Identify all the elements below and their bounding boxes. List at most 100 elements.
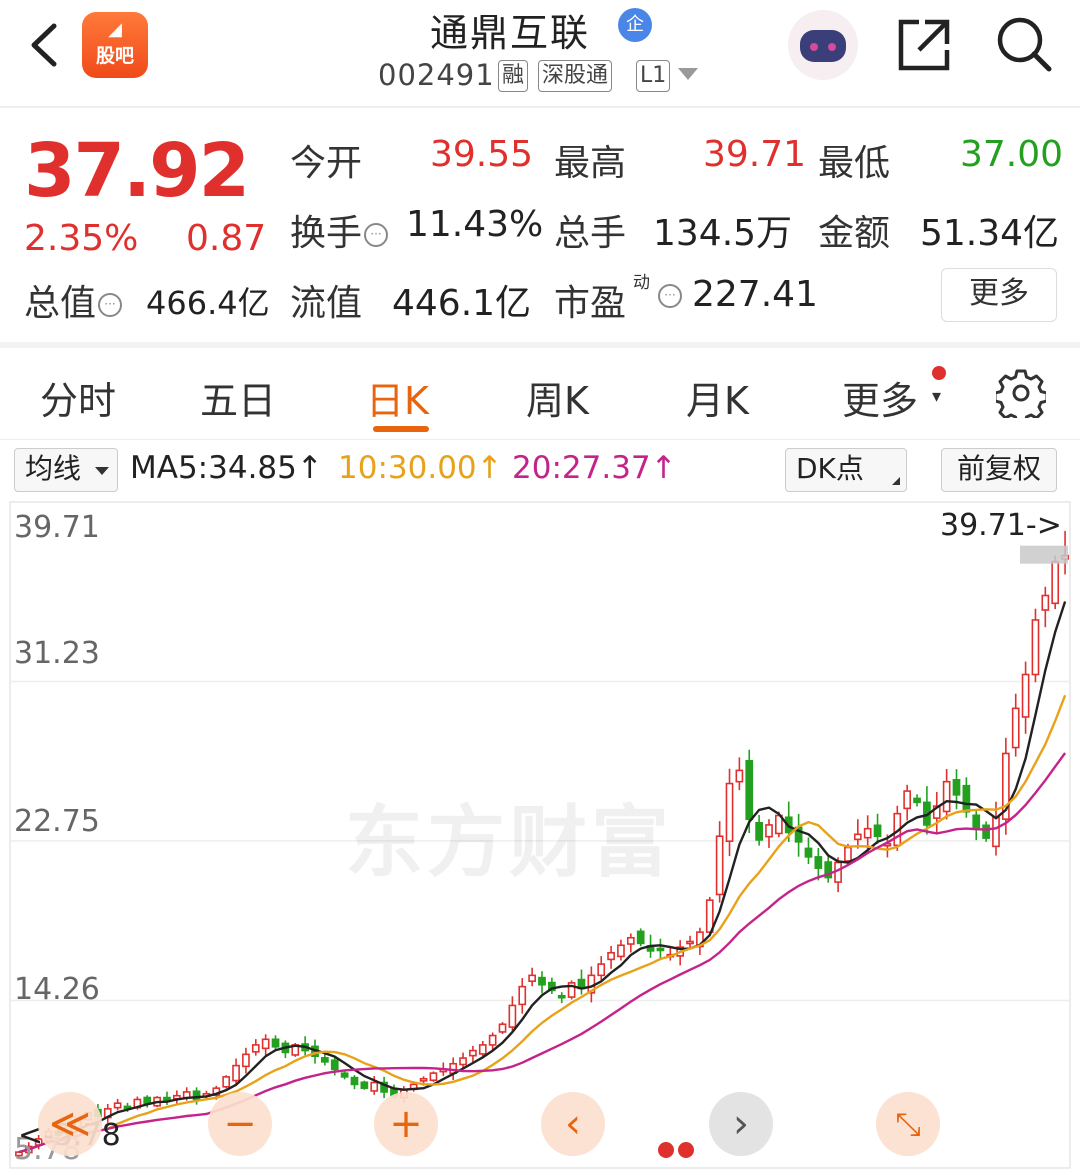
candle-body xyxy=(745,760,754,821)
candle-body xyxy=(488,1034,497,1046)
candle-body xyxy=(370,1081,379,1092)
kline-chart[interactable]: 东方财富 39.71 31.23 22.75 14.26 5.78 39.71-… xyxy=(0,500,1080,1171)
watermark: 东方财富 xyxy=(345,798,674,888)
candle-body xyxy=(469,1049,477,1057)
candle-body xyxy=(261,1038,270,1050)
connect-tag: 深股通 xyxy=(538,60,613,92)
candle-body xyxy=(222,1076,231,1088)
moving-average-bar: 均线 MA5:34.85↑ 10:30.00↑ 20:27.37↑ DK点 前复… xyxy=(0,442,1080,500)
candle-body xyxy=(962,784,971,813)
tab-daily-k[interactable]: 日K xyxy=(366,370,429,425)
guba-label: 股吧 xyxy=(95,45,134,67)
candle-body xyxy=(321,1057,329,1063)
info-icon[interactable]: ··· xyxy=(364,223,389,247)
rewind-button[interactable]: ≪ xyxy=(38,1092,102,1156)
info-icon[interactable]: ··· xyxy=(658,284,682,308)
share-icon[interactable] xyxy=(895,16,953,74)
candle-body xyxy=(597,963,606,977)
candle-body xyxy=(528,974,536,983)
ma20-value: 20:27.37↑ xyxy=(512,450,677,486)
zoom-out-button[interactable]: − xyxy=(208,1092,272,1156)
next-button[interactable]: › xyxy=(709,1092,773,1156)
candle-body xyxy=(518,985,527,1006)
candle-body xyxy=(242,1053,250,1068)
low-value: 37.00 xyxy=(960,134,1064,175)
candle-body xyxy=(913,797,921,804)
level-tag[interactable]: L1 xyxy=(636,60,671,92)
candle-body xyxy=(143,1096,152,1105)
candle-body xyxy=(617,944,625,958)
caret-down-icon: ▾ xyxy=(932,386,942,407)
max-price-marker: 39.71-> xyxy=(940,508,1062,543)
candle-body xyxy=(725,782,734,842)
ma10-line xyxy=(18,694,1067,1154)
candle-body xyxy=(982,824,990,839)
price-adjust-button[interactable]: 前复权 xyxy=(941,448,1057,492)
zoom-in-button[interactable]: + xyxy=(374,1092,438,1156)
assistant-robot-icon[interactable] xyxy=(788,10,858,80)
candle-body xyxy=(607,951,615,961)
quote-panel: 37.92 2.35% 0.87 今开 39.55 最高 39.71 最低 37… xyxy=(0,110,1080,342)
tab-monthly-k[interactable]: 月K xyxy=(686,370,749,425)
mktcap-label: 总值 ··· xyxy=(24,274,123,326)
candle-body xyxy=(251,1044,260,1053)
dk-point-button[interactable]: DK点 xyxy=(785,448,907,492)
candle-body xyxy=(232,1064,240,1082)
pe-label: 市盈 xyxy=(554,283,627,324)
info-icon[interactable]: ··· xyxy=(98,293,123,317)
candle-body xyxy=(814,856,823,869)
candle-body xyxy=(538,976,546,986)
y-tick-2: 31.23 xyxy=(14,636,100,671)
candle-body xyxy=(992,816,1000,848)
open-label: 今开 xyxy=(290,143,363,184)
more-quote-button[interactable]: 更多 xyxy=(941,268,1057,322)
page-indicator-dot xyxy=(678,1142,694,1158)
turnover-label: 换手 ··· xyxy=(290,204,389,256)
gear-icon[interactable] xyxy=(996,368,1046,418)
candle-body xyxy=(863,827,872,839)
candle-body xyxy=(972,814,981,830)
search-icon[interactable] xyxy=(994,14,1054,74)
indicator-select-label: 均线 xyxy=(25,452,82,485)
candle-body xyxy=(508,1004,517,1028)
tab-intraday[interactable]: 分时 xyxy=(40,370,116,425)
y-tick-max: 39.71 xyxy=(14,510,100,545)
page-indicator-dot xyxy=(658,1142,674,1158)
candle-body xyxy=(952,779,961,796)
chevron-down-icon[interactable] xyxy=(678,68,698,80)
change-percent: 2.35% xyxy=(24,218,139,259)
tab-more[interactable]: 更多 xyxy=(842,370,918,425)
ma5-value: MA5:34.85↑ xyxy=(130,450,323,486)
candle-body xyxy=(330,1059,339,1071)
ma10-value: 10:30.00↑ xyxy=(338,450,503,486)
last-price: 37.92 xyxy=(24,128,250,214)
stock-name: 通鼎互联 xyxy=(430,11,591,55)
mktcap-value: 466.4亿 xyxy=(146,284,270,322)
tab-five-day[interactable]: 五日 xyxy=(200,370,276,425)
current-price-marker xyxy=(1020,545,1068,564)
candle-body xyxy=(804,847,813,858)
candle-body xyxy=(686,940,694,945)
candle-body xyxy=(557,994,566,999)
candle-body xyxy=(340,1072,349,1078)
candle-body xyxy=(903,790,912,810)
previous-button[interactable]: ‹ xyxy=(541,1092,605,1156)
candle-body xyxy=(735,769,744,783)
pe-dynamic-sup: 动 xyxy=(633,273,650,293)
pe-value: 227.41 xyxy=(692,274,818,315)
candle-body xyxy=(873,824,882,838)
tab-weekly-k[interactable]: 周K xyxy=(526,370,589,425)
candle-body xyxy=(360,1081,369,1089)
back-arrow-icon[interactable] xyxy=(20,20,70,70)
indicator-select[interactable]: 均线 xyxy=(14,448,118,492)
candle-body xyxy=(350,1076,359,1086)
corner-caret-icon xyxy=(892,477,900,485)
candle-body xyxy=(844,846,852,862)
guba-logo[interactable]: ◢ 股吧 xyxy=(82,12,148,78)
volume-value: 134.5万 xyxy=(653,213,793,254)
candle-body xyxy=(765,824,773,838)
high-value: 39.71 xyxy=(703,134,807,175)
candle-body xyxy=(1051,560,1060,605)
fullscreen-button[interactable]: ⤡ xyxy=(876,1092,940,1156)
candle-body xyxy=(498,1023,507,1033)
